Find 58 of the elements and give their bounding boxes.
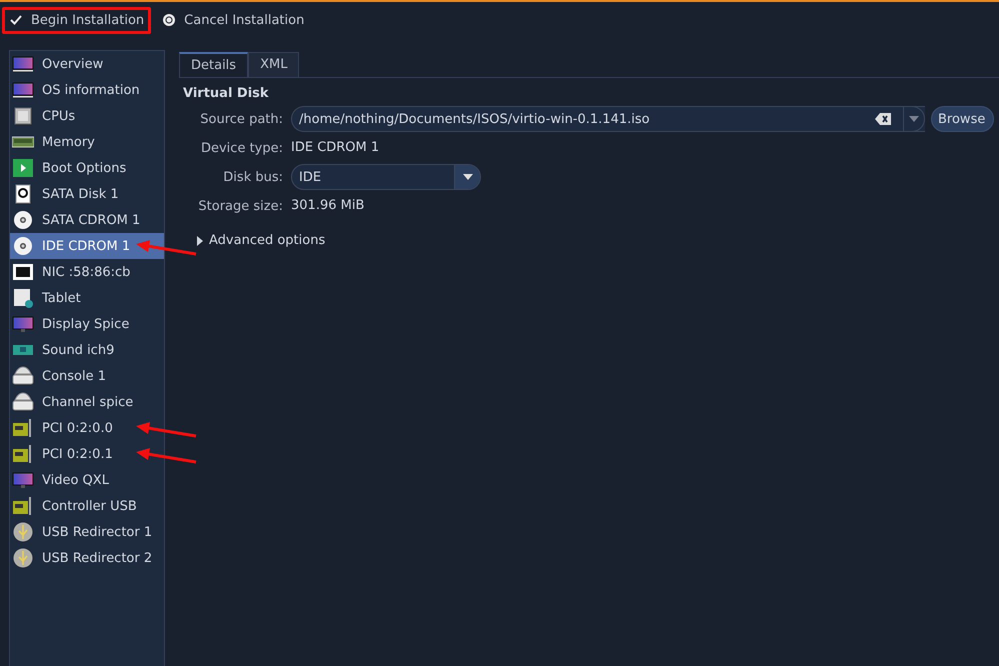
radio-icon xyxy=(162,13,176,27)
device-list-item[interactable]: Controller USB xyxy=(10,493,164,519)
device-icon xyxy=(12,236,34,256)
device-icon xyxy=(12,496,34,516)
device-icon xyxy=(12,314,34,334)
device-icon xyxy=(12,522,34,542)
device-list-item[interactable]: IDE CDROM 1 xyxy=(10,233,164,259)
device-list-item[interactable]: Memory xyxy=(10,129,164,155)
device-list-item[interactable]: OS information xyxy=(10,77,164,103)
field-value: IDE CDROM 1 xyxy=(291,139,380,157)
field-label: Disk bus: xyxy=(222,170,283,184)
device-list-item[interactable]: USB Redirector 1 xyxy=(10,519,164,545)
device-icon xyxy=(12,80,34,100)
device-list-item[interactable]: SATA CDROM 1 xyxy=(10,207,164,233)
device-icon xyxy=(12,210,34,230)
device-list-item[interactable]: Boot Options xyxy=(10,155,164,181)
device-list-item[interactable]: Console 1 xyxy=(10,363,164,389)
device-list-item[interactable]: PCI 0:2:0.0 xyxy=(10,415,164,441)
device-list-item[interactable]: USB Redirector 2 xyxy=(10,545,164,571)
device-icon xyxy=(12,444,34,464)
device-icon xyxy=(12,288,34,308)
field-label: Source path: xyxy=(199,112,283,126)
dropdown-icon[interactable] xyxy=(909,116,919,122)
disk-bus-dropdown[interactable]: IDE xyxy=(291,164,481,190)
source-path-field[interactable]: /home/nothing/Documents/ISOS/virtio-win-0.1.141.iso xyxy=(291,106,925,132)
device-list-item[interactable]: Overview xyxy=(10,51,164,77)
browse-button[interactable]: Browse xyxy=(931,106,994,132)
field-label: Storage size: xyxy=(197,198,283,214)
advanced-options-expander[interactable]: Advanced options xyxy=(197,233,326,248)
device-list-item[interactable]: NIC :58:86:cb xyxy=(10,259,164,285)
device-icon xyxy=(12,262,34,282)
device-list-item[interactable]: Video QXL xyxy=(10,467,164,493)
tab[interactable]: Details xyxy=(179,52,248,77)
dropdown-icon xyxy=(462,174,472,180)
device-icon xyxy=(12,470,34,490)
field-value: 301.96 MiB xyxy=(291,197,366,215)
device-list-item[interactable]: Display Spice xyxy=(10,311,164,337)
device-icon xyxy=(12,418,34,438)
device-list-item[interactable]: PCI 0:2:0.1 xyxy=(10,441,164,467)
section-title: Virtual Disk xyxy=(183,86,270,101)
device-icon xyxy=(12,106,34,126)
device-icon xyxy=(12,54,34,74)
device-icon xyxy=(12,392,34,412)
device-list-item[interactable]: CPUs xyxy=(10,103,164,129)
device-list-item[interactable]: Channel spice xyxy=(10,389,164,415)
toolbar-button[interactable]: Cancel Installation xyxy=(155,6,312,34)
toolbar-button[interactable]: Begin Installation xyxy=(2,6,152,34)
device-icon xyxy=(12,366,34,386)
device-list-item[interactable]: SATA Disk 1 xyxy=(10,181,164,207)
field-label: Device type: xyxy=(200,140,283,156)
device-list-item[interactable]: Tablet xyxy=(10,285,164,311)
expander-icon xyxy=(197,236,203,246)
device-icon xyxy=(12,548,34,568)
device-icon xyxy=(12,158,34,178)
device-list-item[interactable]: Sound ich9 xyxy=(10,337,164,363)
clear-icon[interactable] xyxy=(875,113,891,125)
check-icon xyxy=(9,14,23,26)
tab[interactable]: XML xyxy=(248,52,300,77)
